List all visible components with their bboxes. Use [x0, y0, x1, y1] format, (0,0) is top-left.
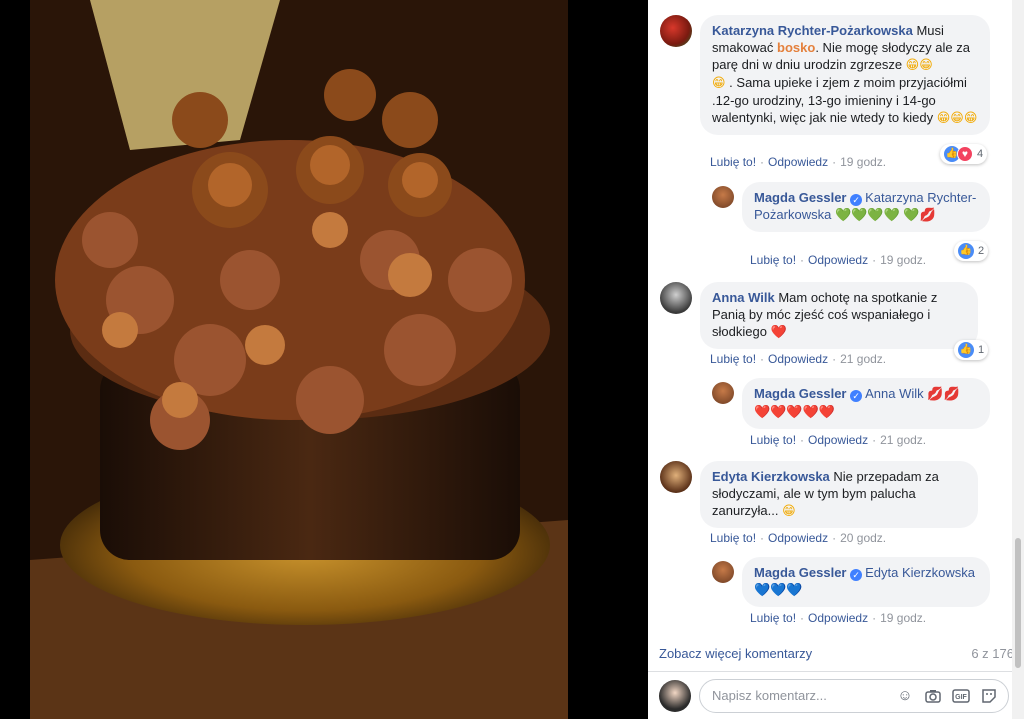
- scrollbar[interactable]: [1012, 0, 1024, 719]
- like-link[interactable]: Lubię to!: [710, 352, 756, 366]
- photo-pane: [0, 0, 648, 719]
- comment-author[interactable]: Magda Gessler: [754, 190, 847, 205]
- comment-actions: Lubię to! · Odpowiedz · 21 godz.: [750, 433, 927, 447]
- comment-bubble: Magda Gessler ✓ Anna Wilk 💋💋 ❤️❤️❤️❤️❤️: [742, 378, 990, 429]
- comment-text: . Sama upieke i zjem z moim przyjaciółmi…: [712, 75, 967, 125]
- avatar[interactable]: [660, 461, 692, 493]
- comment-actions: Lubię to! · Odpowiedz · 20 godz.: [710, 531, 887, 545]
- green-heart-icon: 💚💚💚💚: [834, 208, 900, 223]
- comment-author[interactable]: Magda Gessler: [754, 386, 847, 401]
- comment-time[interactable]: 19 godz.: [840, 155, 886, 169]
- like-link[interactable]: Lubię to!: [750, 253, 796, 267]
- reaction-summary[interactable]: 👍 ♥ 4: [940, 144, 988, 164]
- comment-count: 6 z 176: [971, 646, 1014, 661]
- reaction-summary[interactable]: 👍 1: [954, 340, 989, 360]
- verified-badge-icon: ✓: [850, 390, 863, 402]
- reply: Magda Gessler ✓ Katarzyna Rychter-Pożarko…: [712, 182, 992, 232]
- like-reaction-icon: 👍: [958, 243, 974, 259]
- photo-viewer: Katarzyna Rychter-Pożarkowska Musi smako…: [0, 0, 1024, 719]
- like-link[interactable]: Lubię to!: [750, 433, 796, 447]
- avatar[interactable]: [712, 382, 734, 404]
- comment-bubble: Magda Gessler ✓ Edyta Kierzkowska 💙💙💙: [742, 557, 990, 607]
- reply-link[interactable]: Odpowiedz: [808, 611, 868, 625]
- scroll-thumb[interactable]: [1015, 538, 1021, 668]
- gif-icon[interactable]: GIF: [952, 687, 970, 705]
- like-link[interactable]: Lubię to!: [750, 611, 796, 625]
- comment-time[interactable]: 21 godz.: [840, 352, 886, 366]
- mention-link[interactable]: Edyta Kierzkowska: [865, 565, 975, 580]
- comment-bubble: Katarzyna Rychter-Pożarkowska Musi smako…: [700, 15, 990, 135]
- comment-input[interactable]: Napisz komentarz... ☺ GIF: [699, 678, 1009, 713]
- comment: Katarzyna Rychter-Pożarkowska Musi smako…: [660, 15, 990, 135]
- comment: Edyta Kierzkowska Nie przepadam za słody…: [660, 461, 990, 528]
- blue-heart-icon: 💙💙💙: [754, 583, 803, 598]
- comment-input-placeholder: Napisz komentarz...: [712, 688, 827, 703]
- love-reaction-icon: ♥: [957, 146, 973, 162]
- comment-actions: Lubię to! · Odpowiedz · 19 godz.: [710, 155, 887, 169]
- reaction-count: 2: [978, 245, 985, 257]
- grin-emoji-icon: 😁😁😁: [936, 111, 978, 126]
- comment-time[interactable]: 19 godz.: [880, 611, 926, 625]
- like-link[interactable]: Lubię to!: [710, 155, 756, 169]
- kiss-icon: 💋💋: [927, 387, 960, 402]
- emoji-icon[interactable]: ☺: [896, 687, 914, 705]
- verified-badge-icon: ✓: [850, 194, 863, 206]
- camera-icon[interactable]: [924, 687, 942, 705]
- grin-emoji-icon: 😁: [712, 76, 726, 91]
- comment-author[interactable]: Edyta Kierzkowska: [712, 469, 830, 484]
- reply-link[interactable]: Odpowiedz: [768, 155, 828, 169]
- reply-link[interactable]: Odpowiedz: [768, 531, 828, 545]
- reaction-summary[interactable]: 👍 2: [954, 241, 989, 261]
- more-comments-link[interactable]: Zobacz więcej komentarzy: [659, 646, 812, 661]
- grin-emoji-icon: 😁😁: [905, 58, 933, 73]
- cake-photo[interactable]: [30, 0, 568, 719]
- comment-bubble: Magda Gessler ✓ Katarzyna Rychter-Pożarko…: [742, 182, 990, 232]
- comments-panel: Katarzyna Rychter-Pożarkowska Musi smako…: [648, 0, 1024, 719]
- avatar[interactable]: [660, 15, 692, 47]
- comment-time[interactable]: 21 godz.: [880, 433, 926, 447]
- avatar[interactable]: [712, 561, 734, 583]
- avatar[interactable]: [712, 186, 734, 208]
- comment-author[interactable]: Magda Gessler: [754, 565, 847, 580]
- comment-actions: Lubię to! · Odpowiedz · 19 godz.: [750, 253, 927, 267]
- reply-link[interactable]: Odpowiedz: [768, 352, 828, 366]
- highlight-word: bosko: [777, 40, 816, 55]
- heart-kiss-icon: 💚💋: [903, 208, 936, 223]
- mention-link[interactable]: Anna Wilk: [865, 386, 924, 401]
- grin-emoji-icon: 😁: [782, 504, 796, 519]
- reply: Magda Gessler ✓ Anna Wilk 💋💋 ❤️❤️❤️❤️❤️: [712, 378, 992, 429]
- comment-bubble: Anna Wilk Mam ochotę na spotkanie z Pani…: [700, 282, 978, 349]
- comment-bubble: Edyta Kierzkowska Nie przepadam za słody…: [700, 461, 978, 528]
- more-comments-row: Zobacz więcej komentarzy 6 z 176: [659, 646, 1014, 661]
- verified-badge-icon: ✓: [850, 569, 863, 581]
- svg-text:GIF: GIF: [955, 694, 967, 701]
- reaction-count: 1: [978, 344, 985, 356]
- comment-time[interactable]: 19 godz.: [880, 253, 926, 267]
- avatar[interactable]: [660, 282, 692, 314]
- reply-link[interactable]: Odpowiedz: [808, 433, 868, 447]
- like-reaction-icon: 👍: [958, 342, 974, 358]
- cake-illustration: [30, 0, 568, 719]
- sticker-icon[interactable]: [980, 687, 998, 705]
- reply: Magda Gessler ✓ Edyta Kierzkowska 💙💙💙: [712, 557, 992, 607]
- comment-composer: Napisz komentarz... ☺ GIF: [648, 671, 1012, 719]
- comment: Anna Wilk Mam ochotę na spotkanie z Pani…: [660, 282, 990, 349]
- reply-link[interactable]: Odpowiedz: [808, 253, 868, 267]
- comment-author[interactable]: Anna Wilk: [712, 290, 775, 305]
- comment-actions: Lubię to! · Odpowiedz · 19 godz.: [750, 611, 927, 625]
- comment-author[interactable]: Katarzyna Rychter-Pożarkowska: [712, 23, 913, 38]
- like-link[interactable]: Lubię to!: [710, 531, 756, 545]
- reaction-count: 4: [977, 148, 984, 160]
- red-heart-icon: ❤️❤️❤️❤️❤️: [754, 405, 835, 420]
- comment-actions: Lubię to! · Odpowiedz · 21 godz.: [710, 352, 887, 366]
- red-heart-icon: ❤️: [770, 325, 787, 340]
- current-user-avatar: [659, 679, 691, 712]
- comment-time[interactable]: 20 godz.: [840, 531, 886, 545]
